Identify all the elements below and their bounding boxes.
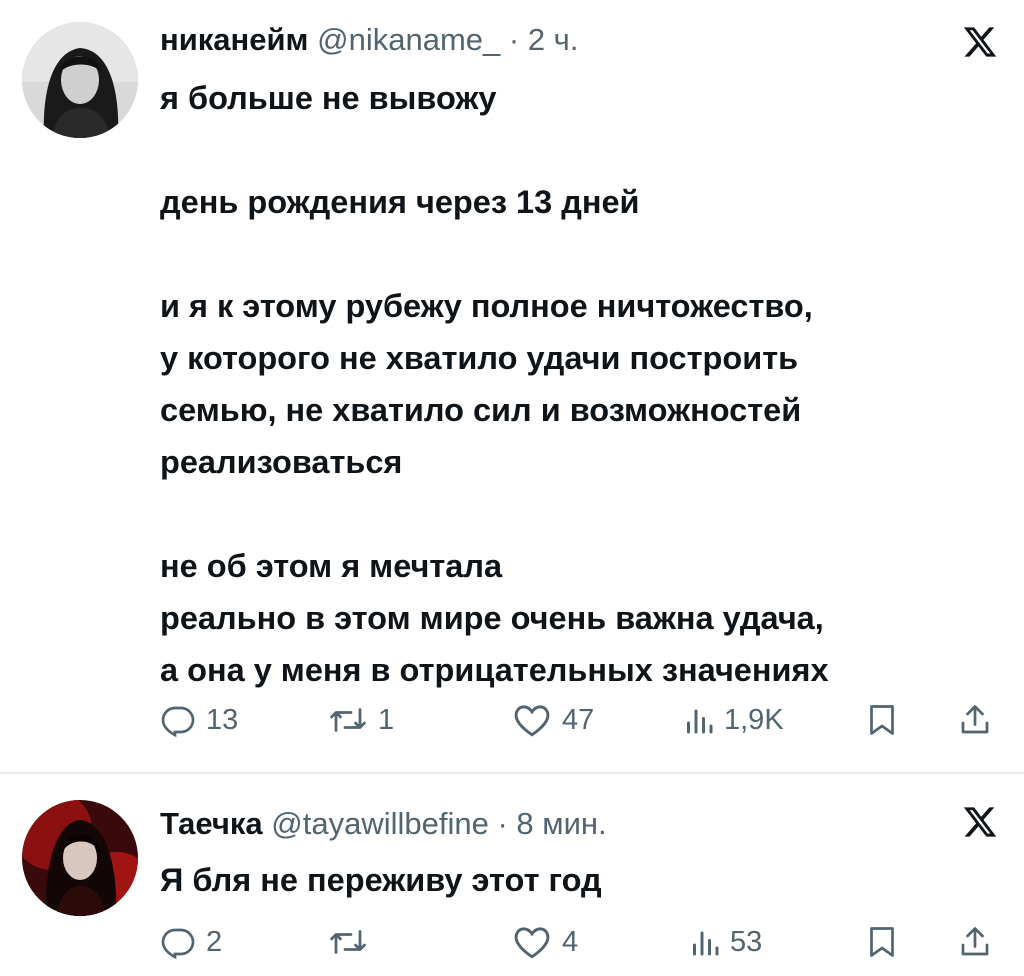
tweet-divider <box>0 772 1024 774</box>
share-button[interactable] <box>958 698 992 742</box>
tweet[interactable]: Таечка @tayawillbefine · 8 мин. Я бля не… <box>0 776 1024 976</box>
avatar[interactable] <box>22 22 138 138</box>
action-bar: 13 1 47 1,9K <box>160 698 1000 742</box>
author-name[interactable]: никанейм <box>160 22 309 57</box>
text-line: реализоваться <box>160 444 403 480</box>
retweet-count: 1 <box>378 703 395 736</box>
separator-dot: · <box>508 22 520 57</box>
like-button[interactable]: 4 <box>512 920 578 964</box>
views-count: 53 <box>730 925 763 958</box>
text-line <box>160 488 1000 540</box>
text-line: я больше не вывожу <box>160 80 497 116</box>
reply-button[interactable]: 13 <box>160 698 238 742</box>
reply-icon <box>160 924 196 960</box>
text-line: семью, не хватило сил и возможностей <box>160 392 802 428</box>
text-line: и я к этому рубежу полное ничтожество, <box>160 288 813 324</box>
retweet-button[interactable] <box>328 920 378 964</box>
share-icon <box>958 924 992 960</box>
views-button[interactable]: 1,9K <box>684 698 784 742</box>
x-logo-icon <box>962 804 998 840</box>
views-count: 1,9K <box>724 703 784 736</box>
tweet[interactable]: никанейм @nikaname_ · 2 ч. я больше не в… <box>0 0 1024 772</box>
reply-icon <box>160 702 196 738</box>
tweet-header: Таечка @tayawillbefine · 8 мин. <box>160 802 607 846</box>
timestamp[interactable]: 8 мин. <box>516 806 606 841</box>
author-handle[interactable]: @tayawillbefine <box>271 806 489 841</box>
heart-icon <box>512 702 552 738</box>
author-handle[interactable]: @nikaname_ <box>317 22 500 57</box>
views-button[interactable]: 53 <box>690 920 762 964</box>
timestamp[interactable]: 2 ч. <box>528 22 579 57</box>
like-count: 4 <box>562 925 579 958</box>
tweet-text: я больше не вывожу день рождения через 1… <box>160 72 1000 696</box>
text-line: не об этом я мечтала <box>160 548 503 584</box>
bookmark-icon <box>866 924 898 960</box>
like-button[interactable]: 47 <box>512 698 594 742</box>
reply-button[interactable]: 2 <box>160 920 222 964</box>
bookmark-button[interactable] <box>866 698 898 742</box>
bookmark-icon <box>866 702 898 738</box>
tweet-header: никанейм @nikaname_ · 2 ч. <box>160 18 578 62</box>
text-line: а она у меня в отрицательных значениях <box>160 652 829 688</box>
reply-count: 13 <box>206 703 239 736</box>
views-icon <box>684 702 714 738</box>
heart-icon <box>512 924 552 960</box>
author-name[interactable]: Таечка <box>160 806 263 841</box>
reply-count: 2 <box>206 925 223 958</box>
text-line <box>160 228 1000 280</box>
share-icon <box>958 702 992 738</box>
bookmark-button[interactable] <box>866 920 898 964</box>
retweet-button[interactable]: 1 <box>328 698 394 742</box>
text-line <box>160 124 1000 176</box>
like-count: 47 <box>562 703 595 736</box>
action-bar: 2 4 53 <box>160 920 1000 964</box>
text-line: Я бля не переживу этот год <box>160 862 602 898</box>
retweet-icon <box>328 924 368 960</box>
text-line: реально в этом мире очень важна удача, <box>160 600 824 636</box>
text-line: день рождения через 13 дней <box>160 184 640 220</box>
retweet-icon <box>328 702 368 738</box>
tweet-text: Я бля не переживу этот год <box>160 854 1000 906</box>
x-logo-icon <box>962 24 998 60</box>
text-line: у которого не хватило удачи построить <box>160 340 799 376</box>
share-button[interactable] <box>958 920 992 964</box>
avatar[interactable] <box>22 800 138 916</box>
views-icon <box>690 924 720 960</box>
separator-dot: · <box>497 806 508 841</box>
